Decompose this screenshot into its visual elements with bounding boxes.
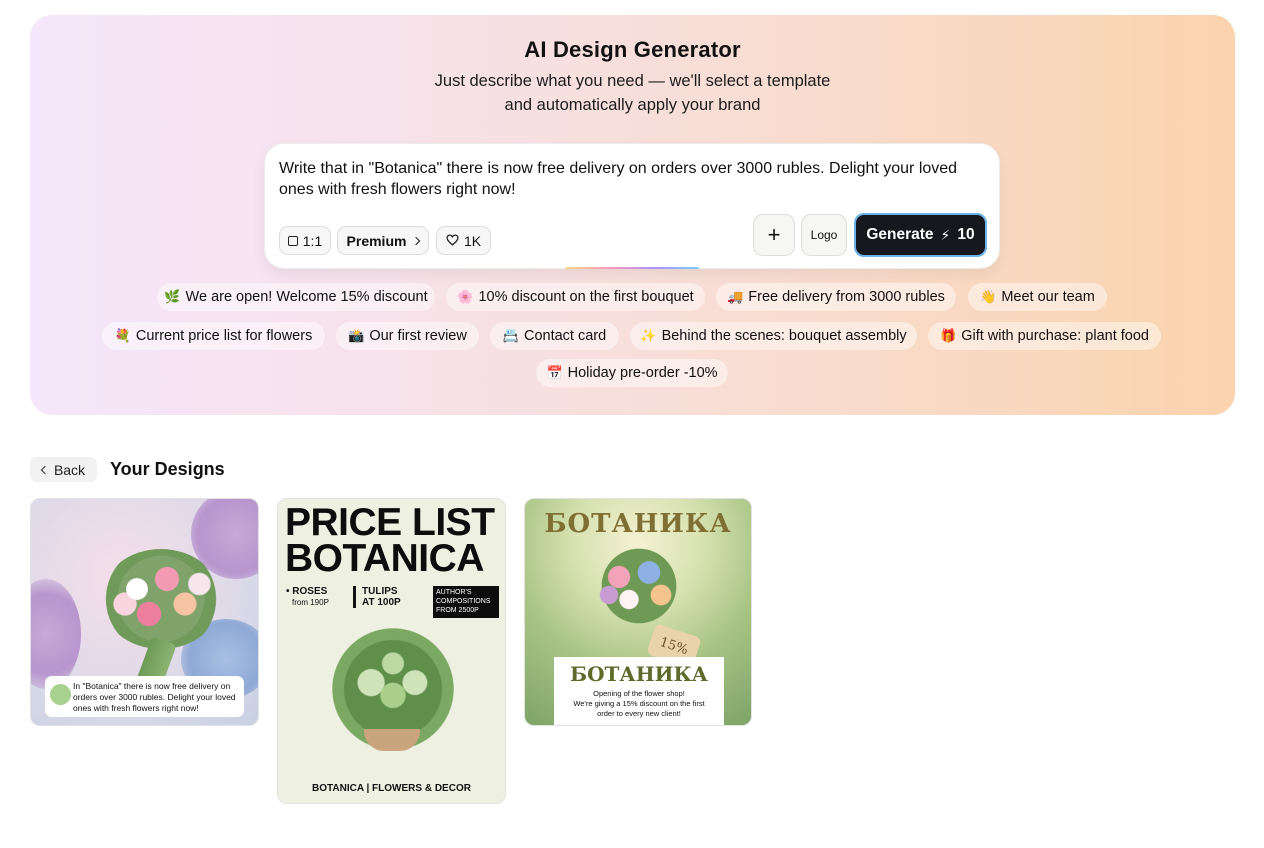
- chip-label: 10% discount on the first bouquet: [478, 289, 694, 305]
- tulips-price: TULIPS AT 100P: [353, 586, 401, 608]
- caption-text: In "Botanica" there is now free delivery…: [73, 681, 236, 713]
- generate-cost: 10: [957, 226, 975, 243]
- design-card-1[interactable]: In "Botanica" there is now free delivery…: [30, 498, 259, 726]
- square-icon: [287, 235, 298, 246]
- suggestion-chip[interactable]: 📇 Contact card: [490, 322, 619, 350]
- likes-label: 1K: [463, 232, 482, 249]
- design-card-2[interactable]: PRICE LIST BOTANICA • ROSES from 190P TU…: [277, 498, 506, 804]
- card-icon: 📇: [502, 328, 519, 343]
- bouquet-icon: 💐: [114, 328, 131, 343]
- plan-button[interactable]: Premium: [337, 226, 429, 255]
- gift-icon: 🎁: [940, 328, 957, 343]
- desc-line-3: order to every new client!: [597, 709, 681, 718]
- brand-footer: BOTANICA | FLOWERS & DECOR: [312, 783, 471, 794]
- prompt-glow-line: [565, 267, 699, 269]
- suggestion-chip[interactable]: 🌿 We are open! Welcome 15% discount: [157, 283, 435, 311]
- roses-price: • ROSES from 190P: [286, 586, 329, 608]
- add-button[interactable]: +: [753, 214, 795, 256]
- design-card-3[interactable]: БОТАНИКА 15% БОТАНИКА Opening of the flo…: [524, 498, 752, 726]
- chevron-left-icon: [40, 465, 50, 474]
- title-line-2: BOTANICA: [285, 537, 484, 580]
- suggestion-chip[interactable]: 🌸 10% discount on the first bouquet: [446, 283, 705, 311]
- generate-button[interactable]: Generate ⚡ 10: [854, 213, 987, 257]
- logo-button[interactable]: Logo: [801, 214, 847, 256]
- tulips-label: TULIPS: [362, 586, 398, 597]
- suggestion-chip[interactable]: 🎁 Gift with purchase: plant food: [928, 322, 1161, 350]
- chip-label: Gift with purchase: plant food: [961, 328, 1149, 344]
- suggestion-chip[interactable]: 📸 Our first review: [336, 322, 479, 350]
- chip-label: Our first review: [369, 328, 467, 344]
- chip-label: Contact card: [523, 328, 607, 344]
- chip-label: Free delivery from 3000 rubles: [748, 289, 945, 305]
- suggestion-chip[interactable]: 👋 Meet our team: [968, 283, 1107, 311]
- suggestion-chip[interactable]: 🚚 Free delivery from 3000 rubles: [716, 283, 956, 311]
- author-line-3: FROM 2500P: [436, 607, 479, 614]
- brand-avatar: [50, 684, 71, 705]
- suggestion-chip[interactable]: 📅 Holiday pre-order -10%: [536, 359, 728, 387]
- roses-value: from 190P: [292, 598, 329, 607]
- desc-line-1: Opening of the flower shop!: [593, 689, 685, 698]
- hero-subtitle-line1: Just describe what you need — we'll sele…: [434, 72, 831, 90]
- author-line-2: COMPOSITIONS: [436, 598, 491, 605]
- camera-icon: 📸: [348, 328, 365, 343]
- chip-label: Behind the scenes: bouquet assembly: [661, 328, 907, 344]
- caption-banner: In "Botanica" there is now free delivery…: [45, 676, 244, 717]
- herb-icon: 🌿: [164, 289, 181, 304]
- brand-name: БОТАНИКА: [570, 662, 708, 686]
- wave-icon: 👋: [980, 289, 997, 304]
- sparkles-icon: ✨: [640, 328, 657, 343]
- aspect-ratio-label: 1:1: [302, 232, 323, 249]
- chip-label: We are open! Welcome 15% discount: [185, 289, 428, 305]
- author-line-1: AUTHOR'S: [436, 589, 472, 596]
- prompt-input[interactable]: Write that in "Botanica" there is now fr…: [279, 158, 985, 200]
- chip-label: Holiday pre-order -10%: [567, 365, 718, 381]
- hero-subtitle-line2: and automatically apply your brand: [504, 96, 761, 114]
- flower-icon: 🌸: [457, 289, 474, 304]
- generator-hero: AI Design Generator Just describe what y…: [30, 15, 1235, 415]
- page-title: AI Design Generator: [524, 37, 741, 62]
- plan-label: Premium: [346, 232, 407, 249]
- chip-label: Meet our team: [1001, 289, 1095, 305]
- promo-description: Opening of the flower shop! We're giving…: [558, 689, 720, 719]
- likes-button[interactable]: 1K: [436, 226, 491, 255]
- lilac-decor: [31, 579, 81, 689]
- info-panel: БОТАНИКА Opening of the flower shop! We'…: [554, 657, 724, 725]
- suggestion-chip[interactable]: 💐 Current price list for flowers: [102, 322, 325, 350]
- desc-line-2: We're giving a 15% discount on the first: [573, 699, 705, 708]
- generate-label: Generate: [866, 226, 934, 243]
- roses-label: • ROSES: [286, 586, 328, 597]
- chevron-right-icon: [412, 236, 421, 245]
- price-list-title: PRICE LIST BOTANICA: [285, 501, 495, 580]
- tulips-value: AT 100P: [362, 597, 401, 608]
- author-compositions-box: AUTHOR'S COMPOSITIONS FROM 2500P: [433, 586, 499, 618]
- aspect-ratio-button[interactable]: 1:1: [279, 226, 331, 255]
- wand-icon: ⚡: [940, 226, 951, 243]
- bouquet-image: [589, 541, 689, 631]
- brand-title: БОТАНИКА: [544, 509, 732, 539]
- bouquet-image: [101, 549, 221, 649]
- title-line-1: PRICE LIST: [285, 501, 495, 544]
- chip-label: Current price list for flowers: [135, 328, 313, 344]
- truck-icon: 🚚: [727, 289, 744, 304]
- back-label: Back: [53, 461, 86, 478]
- suggestion-chip[interactable]: ✨ Behind the scenes: bouquet assembly: [630, 322, 917, 350]
- designs-title: Your Designs: [110, 459, 225, 479]
- calendar-icon: 📅: [546, 365, 563, 380]
- heart-icon: [446, 233, 459, 249]
- prompt-box: Write that in "Botanica" there is now fr…: [264, 143, 1000, 269]
- back-button[interactable]: Back: [30, 457, 97, 482]
- hero-subtitle: Just describe what you need — we'll sele…: [30, 69, 1235, 117]
